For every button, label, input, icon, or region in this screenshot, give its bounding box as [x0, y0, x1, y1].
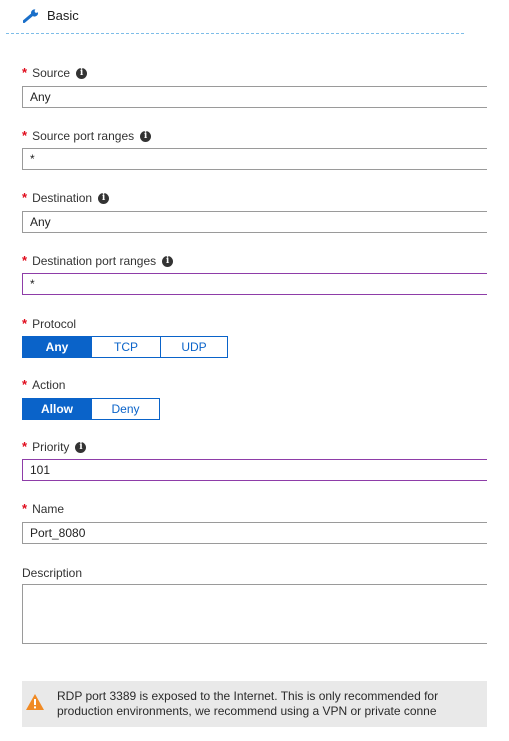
- warning-text: RDP port 3389 is exposed to the Internet…: [57, 689, 438, 719]
- name-input[interactable]: Port_8080: [22, 522, 487, 544]
- protocol-option-any[interactable]: Any: [23, 337, 91, 357]
- action-option-deny[interactable]: Deny: [91, 399, 159, 419]
- required-marker: *: [22, 190, 28, 205]
- source-select[interactable]: Any: [22, 86, 487, 108]
- action-label: * Action: [22, 377, 66, 392]
- name-label: * Name: [22, 501, 65, 516]
- info-icon[interactable]: i: [75, 441, 87, 453]
- info-icon[interactable]: i: [98, 192, 110, 204]
- destination-port-ranges-input[interactable]: *: [22, 273, 487, 295]
- source-port-ranges-label: * Source port ranges i: [22, 128, 152, 143]
- description-textarea[interactable]: [22, 584, 487, 644]
- source-label: * Source i: [22, 65, 88, 80]
- info-icon[interactable]: i: [140, 130, 152, 142]
- wrench-icon: [23, 8, 40, 23]
- required-marker: *: [22, 65, 28, 80]
- warning-triangle-icon: [22, 693, 57, 716]
- header-divider: [6, 33, 464, 34]
- action-option-allow[interactable]: Allow: [23, 399, 91, 419]
- warning-line-1: RDP port 3389 is exposed to the Internet…: [57, 689, 439, 703]
- required-marker: *: [22, 439, 28, 454]
- required-marker: *: [22, 316, 28, 331]
- source-port-ranges-input[interactable]: *: [22, 148, 487, 170]
- protocol-label: * Protocol: [22, 316, 77, 331]
- info-icon[interactable]: i: [162, 255, 174, 267]
- protocol-toggle: Any TCP UDP: [22, 336, 228, 358]
- priority-label: * Priority i: [22, 439, 87, 454]
- destination-select[interactable]: Any: [22, 211, 487, 233]
- protocol-option-tcp[interactable]: TCP: [91, 337, 160, 357]
- section-title: Basic: [47, 8, 79, 23]
- description-label: Description: [22, 566, 83, 580]
- info-icon[interactable]: i: [76, 67, 88, 79]
- destination-label: * Destination i: [22, 190, 110, 205]
- priority-input[interactable]: 101: [22, 459, 487, 481]
- required-marker: *: [22, 253, 28, 268]
- destination-port-ranges-label: * Destination port ranges i: [22, 253, 174, 268]
- protocol-option-udp[interactable]: UDP: [160, 337, 227, 357]
- section-header: Basic: [23, 8, 79, 23]
- required-marker: *: [22, 128, 28, 143]
- action-toggle: Allow Deny: [22, 398, 160, 420]
- warning-line-2: production environments, we recommend us…: [57, 704, 437, 718]
- required-marker: *: [22, 501, 28, 516]
- required-marker: *: [22, 377, 28, 392]
- warning-banner: RDP port 3389 is exposed to the Internet…: [22, 681, 487, 727]
